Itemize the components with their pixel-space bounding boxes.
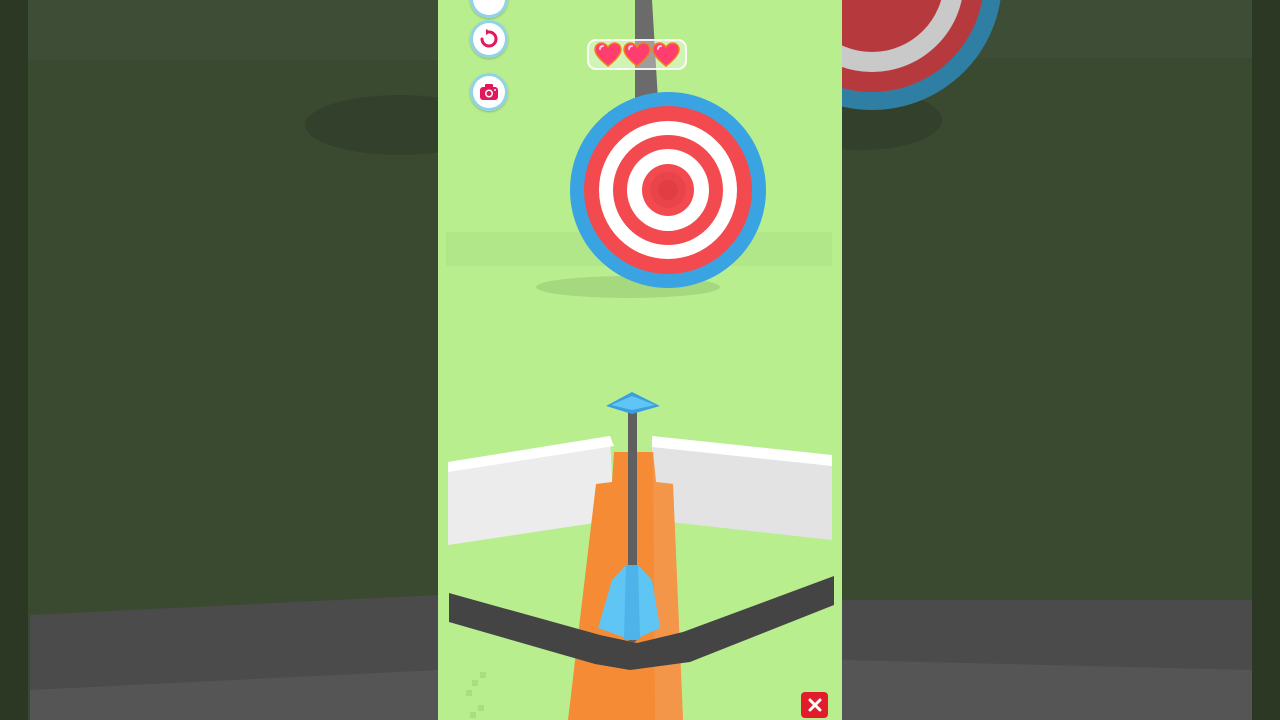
close-button[interactable] (801, 692, 828, 718)
restart-button[interactable] (470, 20, 508, 58)
heart-icon (623, 42, 651, 67)
heart-icon (652, 42, 680, 67)
lives-indicator (587, 39, 687, 70)
close-icon (808, 698, 821, 712)
heart-icon (594, 42, 622, 67)
blurred-background-left (0, 0, 438, 720)
restart-icon (480, 29, 498, 48)
camera-button[interactable] (470, 73, 508, 111)
archery-target[interactable] (570, 92, 766, 288)
blurred-background-right (842, 0, 1280, 720)
camera-icon (480, 84, 498, 100)
